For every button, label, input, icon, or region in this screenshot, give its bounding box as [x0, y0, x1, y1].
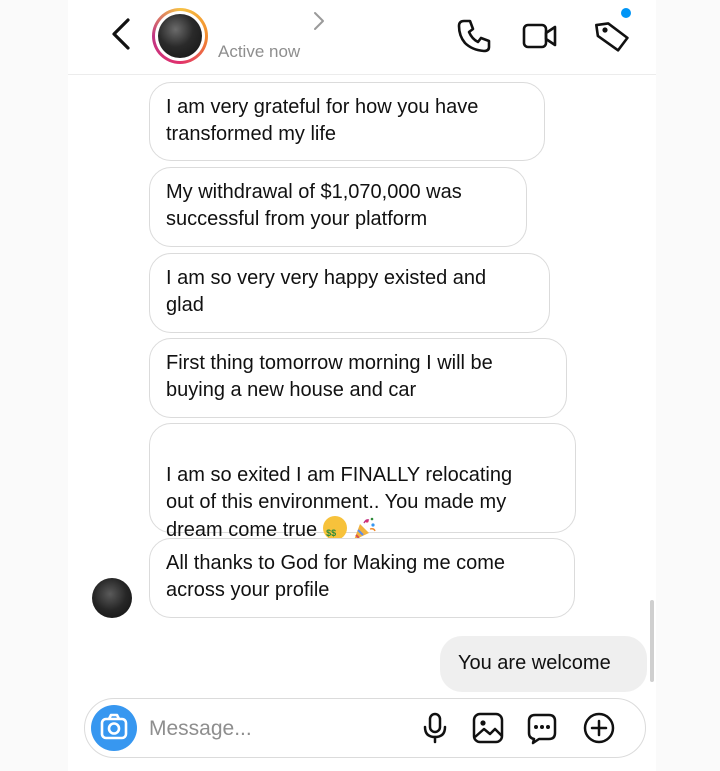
- active-status: Active now: [218, 42, 301, 61]
- chat-header: Active now: [68, 0, 656, 75]
- avatar-photo: [158, 14, 202, 58]
- notification-dot: [621, 8, 631, 18]
- scrollbar[interactable]: [650, 600, 654, 682]
- image-icon[interactable]: [471, 711, 505, 745]
- tag-icon[interactable]: [592, 16, 632, 56]
- camera-icon: [100, 713, 128, 740]
- chevron-right-icon[interactable]: [312, 10, 326, 32]
- message-bubble[interactable]: I am so very very happy existed and glad: [149, 253, 550, 333]
- money-mouth-face-emoji: [323, 516, 348, 547]
- message-bubble[interactable]: My withdrawal of $1,070,000 was successf…: [149, 167, 527, 247]
- message-composer: [84, 698, 646, 758]
- chat-sticker-icon[interactable]: [525, 711, 559, 745]
- microphone-icon[interactable]: [418, 711, 452, 745]
- chevron-left-icon[interactable]: [106, 16, 136, 52]
- message-bubble[interactable]: First thing tomorrow morning I will be b…: [149, 338, 567, 418]
- plus-circle-icon[interactable]: [582, 711, 616, 745]
- message-bubble[interactable]: All thanks to God for Making me come acr…: [149, 538, 575, 618]
- sent-message-bubble[interactable]: You are welcome: [440, 636, 647, 692]
- message-input[interactable]: [147, 713, 401, 745]
- camera-button[interactable]: [91, 705, 137, 751]
- message-bubble[interactable]: I am so exited I am FINALLY relocating o…: [149, 423, 576, 547]
- sender-avatar[interactable]: [92, 578, 132, 618]
- video-camera-icon[interactable]: [520, 16, 560, 56]
- phone-icon[interactable]: [454, 16, 494, 56]
- message-bubble[interactable]: I am very grateful for how you have tran…: [149, 82, 545, 161]
- avatar[interactable]: [152, 8, 208, 64]
